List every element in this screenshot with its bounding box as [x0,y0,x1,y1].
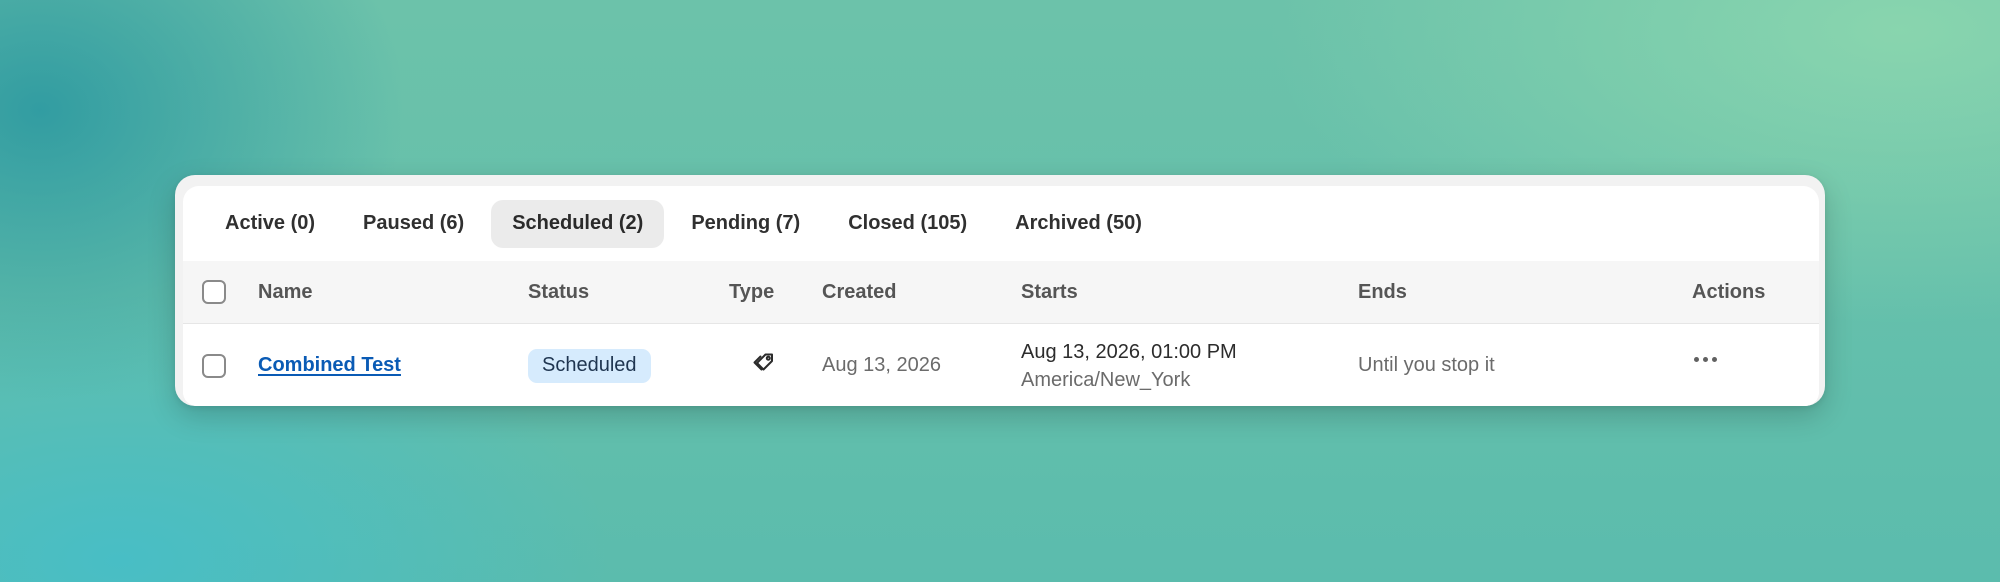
more-horizontal-icon [1694,357,1699,362]
row-checkbox[interactable] [202,353,226,378]
tab-closed[interactable]: Closed (105) [827,200,988,248]
table-row[interactable]: Combined Test Scheduled Aug 13, 2026 Aug… [183,324,1819,406]
discount-name-link[interactable]: Combined Test [258,354,401,377]
more-dot [1712,357,1717,362]
column-header-ends[interactable]: Ends [1358,261,1407,323]
tags-icon [751,350,777,382]
column-header-status[interactable]: Status [528,261,589,323]
column-header-starts[interactable]: Starts [1021,261,1078,323]
tab-active[interactable]: Active (0) [204,200,336,248]
starts-timezone: America/New_York [1021,368,1191,391]
column-header-created[interactable]: Created [822,261,896,323]
tab-archived[interactable]: Archived (50) [994,200,1163,248]
actions-cell [1690,318,1721,401]
starts-datetime: Aug 13, 2026, 01:00 PM [1021,340,1237,363]
column-header-name[interactable]: Name [258,261,312,323]
more-dot [1703,357,1708,362]
discounts-panel: Active (0) Paused (6) Scheduled (2) Pend… [175,175,1825,406]
column-header-actions: Actions [1692,280,1766,303]
more-actions-button[interactable] [1690,351,1721,368]
ends-value: Until you stop it [1358,354,1495,376]
tab-pending[interactable]: Pending (7) [670,200,821,248]
table-header: Name Status Type Created Starts Ends Act… [183,261,1819,324]
tab-paused[interactable]: Paused (6) [342,200,485,248]
type-cell [751,324,777,406]
select-all-cell [202,261,226,323]
name-cell: Combined Test [258,324,401,406]
status-badge: Scheduled [528,348,651,383]
status-tabs: Active (0) Paused (6) Scheduled (2) Pend… [183,186,1819,261]
created-date: Aug 13, 2026 [822,354,941,376]
row-select-cell [202,324,226,406]
column-header-type[interactable]: Type [729,261,774,323]
starts-cell: Aug 13, 2026, 01:00 PM America/New_York [1021,324,1237,406]
status-cell: Scheduled [528,324,651,406]
select-all-checkbox[interactable] [202,280,226,304]
discounts-card: Active (0) Paused (6) Scheduled (2) Pend… [183,186,1819,406]
tab-scheduled[interactable]: Scheduled (2) [491,199,665,248]
